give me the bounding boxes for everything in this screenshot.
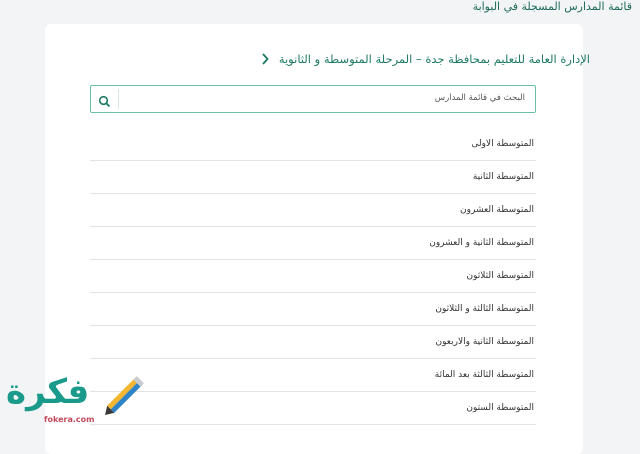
- watermark-brand: فكرة: [6, 372, 90, 412]
- search-divider: [118, 89, 119, 109]
- school-list: المتوسطة الاولى المتوسطة الثانية المتوسط…: [90, 128, 536, 425]
- pencil-icon: [105, 376, 144, 415]
- breadcrumb[interactable]: الإدارة العامة للتعليم بمحافظة جدة – الم…: [259, 52, 590, 66]
- list-item[interactable]: المتوسطة الستون: [90, 392, 536, 425]
- school-name[interactable]: المتوسطة الثانية والاربعون: [436, 337, 534, 347]
- list-item[interactable]: المتوسطة الثانية: [90, 161, 536, 194]
- search-input[interactable]: البحث في قائمة المدارس: [435, 93, 525, 103]
- school-name[interactable]: المتوسطة الثالثة و الثلاثون: [435, 304, 534, 314]
- list-item[interactable]: المتوسطة الثالثة بعد المائة: [90, 359, 536, 392]
- school-name[interactable]: المتوسطة الثلاثون: [466, 271, 534, 281]
- school-name[interactable]: المتوسطة الاولى: [471, 139, 534, 149]
- watermark-logo: فكرة fokera.com: [4, 370, 150, 432]
- school-name[interactable]: المتوسطة الثانية و العشرون: [429, 238, 534, 248]
- search-box[interactable]: البحث في قائمة المدارس: [90, 85, 536, 113]
- watermark-domain: fokera.com: [44, 415, 95, 424]
- school-name[interactable]: المتوسطة العشرون: [460, 205, 534, 215]
- page-title: قائمة المدارس المسجلة في البوابة: [472, 0, 632, 13]
- list-item[interactable]: المتوسطة الاولى: [90, 128, 536, 161]
- search-icon[interactable]: [98, 93, 111, 108]
- school-name[interactable]: المتوسطة الثانية: [473, 172, 534, 182]
- list-item[interactable]: المتوسطة الثلاثون: [90, 260, 536, 293]
- list-item[interactable]: المتوسطة العشرون: [90, 194, 536, 227]
- list-item[interactable]: المتوسطة الثالثة و الثلاثون: [90, 293, 536, 326]
- chevron-right-icon[interactable]: [259, 52, 271, 66]
- list-item[interactable]: المتوسطة الثانية و العشرون: [90, 227, 536, 260]
- list-item[interactable]: المتوسطة الثانية والاربعون: [90, 326, 536, 359]
- breadcrumb-label: الإدارة العامة للتعليم بمحافظة جدة – الم…: [278, 52, 590, 66]
- school-name[interactable]: المتوسطة الستون: [466, 403, 534, 413]
- school-name[interactable]: المتوسطة الثالثة بعد المائة: [435, 370, 534, 380]
